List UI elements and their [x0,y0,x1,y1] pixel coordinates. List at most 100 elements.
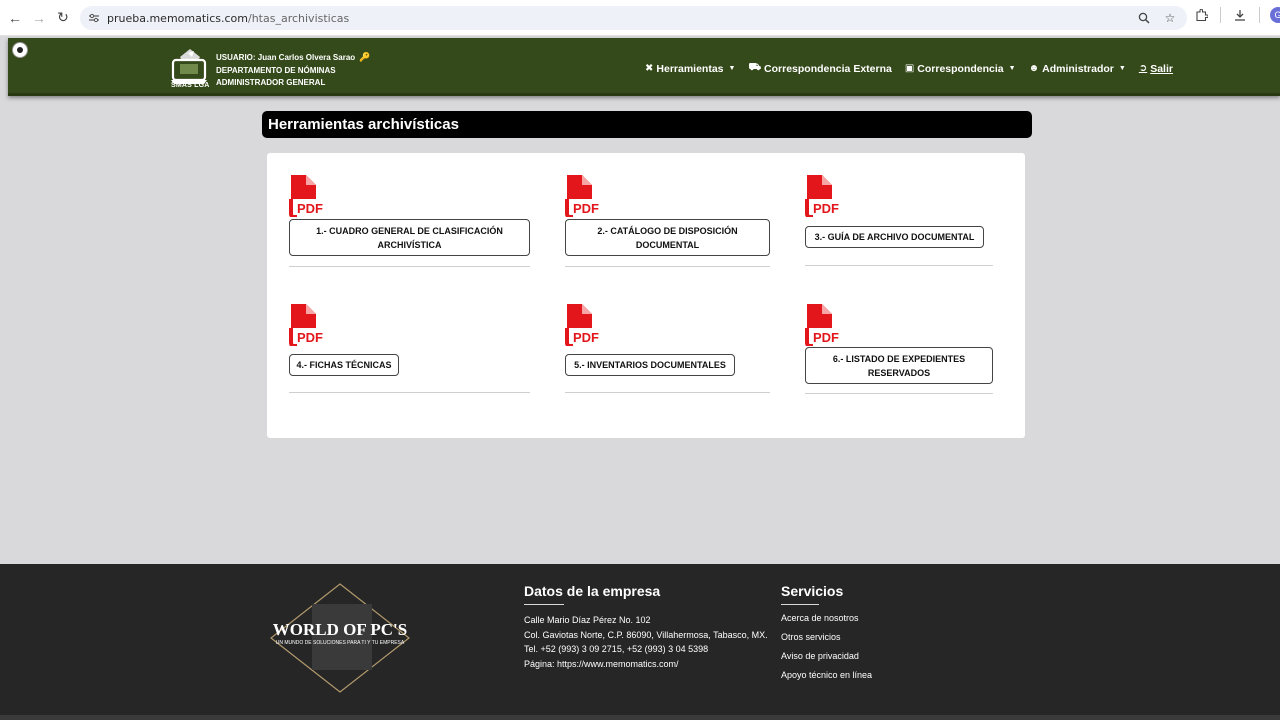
tool-divider [289,266,530,267]
archive-box-icon: ▣ [904,63,915,74]
tool-button-listado-expedientes[interactable]: 6.- LISTADO DE EXPEDIENTES RESERVADOS [805,347,993,384]
link-apoyo-tecnico[interactable]: Apoyo técnico en línea [781,666,872,685]
tool-divider [565,392,770,393]
tool-label-line2: DOCUMENTAL [635,239,700,250]
nav-salir[interactable]: ➲ Salir [1139,63,1173,75]
site-header: SMAS LGA USUARIO: Juan Carlos Olvera Sar… [8,38,1280,96]
nav-salir-label: Salir [1150,62,1173,75]
tool-button-label: 5.- INVENTARIOS DOCUMENTALES [574,358,726,372]
company-website: Página: https://www.memomatics.com/ [524,658,679,669]
tool-button-catalogo-disposicion[interactable]: 2.- CATÁLOGO DE DISPOSICIÓN DOCUMENTAL [565,219,770,256]
nav-correspondencia-externa[interactable]: ⛟ Correspondencia Externa [748,62,891,75]
reload-icon[interactable]: ↻ [51,6,75,30]
company-phone: Tel. +52 (993) 3 09 2715, +52 (993) 3 04… [524,644,709,654]
pdf-label: PDF [813,330,839,345]
tool-divider [805,393,993,394]
tool-button-label: 6.- LISTADO DE EXPEDIENTES RESERVADOS [833,352,965,380]
logo-title: WORLD OF PC'S [273,620,407,639]
caret-down-icon: ▼ [1118,65,1126,72]
pdf-icon[interactable]: PDF [565,175,603,217]
site-footer: WORLD OF PC'S UN MUNDO DE SOLUCIONES PAR… [0,564,1280,720]
toolbar-separator [1259,7,1260,23]
pdf-icon[interactable]: PDF [289,304,327,346]
caret-down-icon: ▼ [728,65,736,72]
pdf-icon[interactable]: PDF [805,304,843,346]
main-nav: ✖ Herramientas ▼ ⛟ Correspondencia Exter… [645,62,1173,75]
tool-button-label: 4.- FICHAS TÉCNICAS [296,358,391,372]
tools-icon: ✖ [645,63,654,74]
link-otros-servicios[interactable]: Otros servicios [781,628,872,647]
site-info-icon[interactable] [84,13,104,23]
url-path: /htas_archivisticas [248,11,350,25]
tool-button-inventarios-documentales[interactable]: 5.- INVENTARIOS DOCUMENTALES [565,354,735,376]
pdf-icon[interactable]: PDF [289,175,327,217]
browser-toolbar: ← → ↻ prueba.memomatics.com/htas_archivi… [0,0,1280,36]
user-department: DEPARTAMENTO DE NÓMINAS [216,65,336,75]
url-host: prueba.memomatics.com [107,11,248,25]
nav-correspondencia-label: Correspondencia [917,62,1004,75]
truck-icon: ⛟ [748,62,762,73]
services-links: Acerca de nosotros Otros servicios Aviso… [781,609,872,685]
pdf-icon[interactable]: PDF [565,304,603,346]
services-title-underline [781,604,819,605]
world-of-pcs-logo: WORLD OF PC'S UN MUNDO DE SOLUCIONES PAR… [270,583,410,693]
logout-icon: ➲ [1138,63,1148,74]
url-text: prueba.memomatics.com/htas_archivisticas [107,12,349,25]
link-acerca[interactable]: Acerca de nosotros [781,609,872,628]
pdf-label: PDF [297,201,323,216]
pdf-label: PDF [573,201,599,216]
tool-button-label: 2.- CATÁLOGO DE DISPOSICIÓN DOCUMENTAL [597,224,737,252]
key-icon[interactable]: 🔑 [359,52,370,62]
pdf-label: PDF [813,201,839,216]
tool-button-cuadro-clasificacion[interactable]: 1.- CUADRO GENERAL DE CLASIFICACIÓN ARCHI… [289,219,530,256]
tools-card: PDF 1.- CUADRO GENERAL DE CLASIFICACIÓN AR… [267,153,1025,438]
tool-button-label: 3.- GUÍA DE ARCHIVO DOCUMENTAL [815,230,975,244]
nav-administrador-label: Administrador [1042,62,1114,75]
back-icon[interactable]: ← [3,6,27,30]
tool-button-fichas-tecnicas[interactable]: 4.- FICHAS TÉCNICAS [289,354,399,376]
company-title-underline [524,604,564,605]
tool-label-line2: RESERVADOS [867,367,931,378]
link-aviso-privacidad[interactable]: Aviso de privacidad [781,647,872,666]
tool-divider [565,266,770,267]
company-address: Calle Mario Díaz Pérez No. 102 [524,615,651,625]
logo-text: SMAS LGA [171,82,210,89]
tool-label-line1: 3.- GUÍA DE ARCHIVO DOCUMENTAL [814,232,975,242]
nav-correspondencia[interactable]: ▣ Correspondencia ▼ [905,63,1016,75]
toggle-dot-icon [17,47,23,53]
tool-label-line1: 5.- INVENTARIOS DOCUMENTALES [574,360,726,370]
download-icon[interactable] [1231,6,1249,24]
pdf-label: PDF [297,330,323,345]
nav-administrador[interactable]: ☻ Administrador ▼ [1029,63,1126,75]
pdf-label: PDF [573,330,599,345]
pdf-icon[interactable]: PDF [805,175,843,217]
company-colony: Col. Gaviotas Norte, C.P. 86090, Villahe… [524,629,768,640]
star-icon[interactable]: ☆ [1161,9,1179,27]
profile-avatar[interactable]: G [1270,7,1280,23]
company-info: Calle Mario Díaz Pérez No. 102 Col. Gavi… [524,613,768,671]
bottom-strip [0,715,1280,720]
accessibility-toggle[interactable] [12,42,28,58]
nav-herramientas-label: Herramientas [656,62,724,75]
tool-button-label: 1.- CUADRO GENERAL DE CLASIFICACIÓN ARCHI… [316,224,503,252]
zoom-icon[interactable] [1135,9,1153,27]
tool-label-line1: 2.- CATÁLOGO DE DISPOSICIÓN [597,225,738,236]
forward-icon[interactable]: → [27,6,51,30]
user-name: USUARIO: Juan Carlos Olvera Sarao [216,53,356,62]
nav-correspondencia-externa-label: Correspondencia Externa [764,62,892,75]
tool-label-line1: 1.- CUADRO GENERAL DE CLASIFICACIÓN [316,225,503,236]
company-title: Datos de la empresa [524,583,661,599]
tool-divider [289,392,530,393]
user-info: USUARIO: Juan Carlos Olvera Sarao 🔑 DEPAR… [216,51,370,90]
extensions-icon[interactable] [1192,6,1210,24]
page-title: Herramientas archivísticas [262,111,1032,138]
address-bar[interactable]: prueba.memomatics.com/htas_archivisticas… [80,6,1187,30]
toolbar-separator [1220,7,1221,23]
nav-herramientas[interactable]: ✖ Herramientas ▼ [645,63,735,75]
tool-button-guia-archivo[interactable]: 3.- GUÍA DE ARCHIVO DOCUMENTAL [805,226,984,248]
user-cog-icon: ☻ [1028,63,1040,74]
tool-label-line2: ARCHIVÍSTICA [377,239,442,250]
tool-label-line1: 6.- LISTADO DE EXPEDIENTES [832,353,966,364]
caret-down-icon: ▼ [1008,65,1016,72]
user-role: ADMINISTRADOR GENERAL [216,78,326,87]
